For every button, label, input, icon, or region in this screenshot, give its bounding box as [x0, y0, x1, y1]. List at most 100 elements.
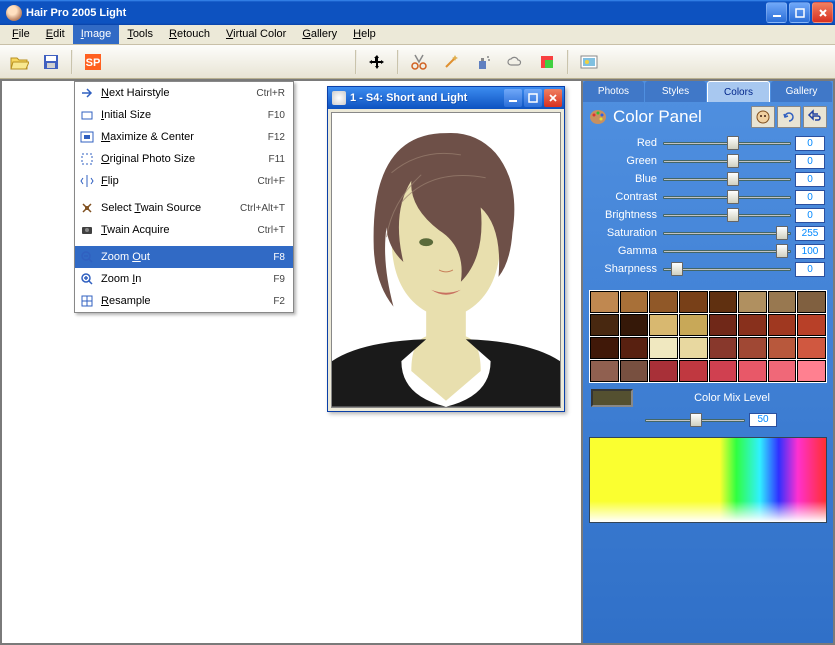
wand-tool[interactable]: [436, 48, 466, 76]
initial-icon: [79, 107, 95, 123]
tab-photos[interactable]: Photos: [583, 81, 644, 102]
menu-retouch[interactable]: Retouch: [161, 25, 218, 44]
minimize-button[interactable]: [766, 2, 787, 23]
color-swatch[interactable]: [679, 314, 708, 336]
color-swatch[interactable]: [738, 337, 767, 359]
color-swatch[interactable]: [797, 337, 826, 359]
color-swatch[interactable]: [590, 360, 619, 382]
maximize-button[interactable]: [789, 2, 810, 23]
canvas-area[interactable]: Next HairstyleCtrl+RInitial SizeF10Maxim…: [2, 81, 581, 643]
refresh-button[interactable]: [777, 106, 801, 128]
menu-item-zoom-in[interactable]: Zoom InF9: [75, 268, 293, 290]
menu-help[interactable]: Help: [345, 25, 384, 44]
close-button[interactable]: [812, 2, 833, 23]
color-swatch[interactable]: [709, 360, 738, 382]
twainsrc-icon: [79, 200, 95, 216]
menu-image[interactable]: Image: [73, 25, 120, 44]
color-swatch[interactable]: [679, 337, 708, 359]
color-mix-row: Color Mix Level: [583, 383, 833, 413]
cloud-tool[interactable]: [500, 48, 530, 76]
menu-virtual-color[interactable]: Virtual Color: [218, 25, 294, 44]
next-icon: [79, 85, 95, 101]
menu-item-original-photo-size[interactable]: Original Photo SizeF11: [75, 148, 293, 170]
color-swatch[interactable]: [709, 314, 738, 336]
spray-tool[interactable]: [468, 48, 498, 76]
child-close-button[interactable]: [544, 89, 562, 107]
child-maximize-button[interactable]: [524, 89, 542, 107]
save-button[interactable]: [36, 48, 66, 76]
photo-canvas[interactable]: [331, 112, 561, 408]
color-swatch[interactable]: [649, 291, 678, 313]
color-swatch[interactable]: [797, 291, 826, 313]
tab-gallery[interactable]: Gallery: [771, 81, 832, 102]
menu-edit[interactable]: Edit: [38, 25, 73, 44]
color-swatch[interactable]: [590, 314, 619, 336]
photo-tool[interactable]: [574, 48, 604, 76]
panel-tabs: PhotosStylesColorsGallery: [583, 81, 833, 102]
color-swatch[interactable]: [620, 337, 649, 359]
child-window[interactable]: 1 - S4: Short and Light: [327, 86, 565, 412]
color-swatch[interactable]: [649, 337, 678, 359]
child-title: 1 - S4: Short and Light: [350, 92, 502, 104]
color-swatch[interactable]: [679, 291, 708, 313]
mix-slider[interactable]: [645, 419, 745, 422]
slider-brightness-track[interactable]: [663, 208, 791, 222]
child-titlebar[interactable]: 1 - S4: Short and Light: [328, 87, 564, 109]
menu-item-next-hairstyle[interactable]: Next HairstyleCtrl+R: [75, 82, 293, 104]
slider-green-track[interactable]: [663, 154, 791, 168]
menu-gallery[interactable]: Gallery: [294, 25, 345, 44]
slider-blue-track[interactable]: [663, 172, 791, 186]
open-button[interactable]: [4, 48, 34, 76]
move-tool[interactable]: [362, 48, 392, 76]
color-swatch[interactable]: [590, 337, 619, 359]
resample-icon: [79, 293, 95, 309]
main-toolbar: SP: [0, 45, 835, 79]
color-swatch[interactable]: [709, 337, 738, 359]
slider-gamma-track[interactable]: [663, 244, 791, 258]
menu-item-twain-acquire[interactable]: Twain AcquireCtrl+T: [75, 219, 293, 241]
gradient-picker[interactable]: [589, 437, 827, 523]
tab-colors[interactable]: Colors: [707, 81, 770, 102]
menu-item-select-twain-source[interactable]: Select Twain SourceCtrl+Alt+T: [75, 197, 293, 219]
color-swatch[interactable]: [620, 314, 649, 336]
menu-tools[interactable]: Tools: [119, 25, 161, 44]
color-swatch[interactable]: [590, 291, 619, 313]
slider-saturation-track[interactable]: [663, 226, 791, 240]
mix-swatch[interactable]: [591, 389, 633, 407]
cut-tool[interactable]: [404, 48, 434, 76]
color-swatch[interactable]: [709, 291, 738, 313]
child-minimize-button[interactable]: [504, 89, 522, 107]
slider-sharpness-track[interactable]: [663, 262, 791, 276]
color-swatch[interactable]: [797, 314, 826, 336]
color-swatch[interactable]: [768, 337, 797, 359]
menubar: FileEditImageToolsRetouchVirtual ColorGa…: [0, 25, 835, 45]
menu-item-maximize-center[interactable]: Maximize & CenterF12: [75, 126, 293, 148]
menu-file[interactable]: File: [4, 25, 38, 44]
slider-sharpness: Sharpness0: [583, 260, 825, 278]
slider-red-track[interactable]: [663, 136, 791, 150]
color-swatch[interactable]: [738, 360, 767, 382]
color-swatch[interactable]: [620, 360, 649, 382]
color-swatch[interactable]: [768, 314, 797, 336]
color-swatch[interactable]: [620, 291, 649, 313]
tab-styles[interactable]: Styles: [645, 81, 706, 102]
color-swatch[interactable]: [738, 291, 767, 313]
model-preview: [332, 113, 560, 407]
color-swatch[interactable]: [738, 314, 767, 336]
color-tool[interactable]: [532, 48, 562, 76]
menu-item-resample[interactable]: ResampleF2: [75, 290, 293, 312]
slider-contrast-track[interactable]: [663, 190, 791, 204]
color-swatch[interactable]: [679, 360, 708, 382]
color-swatch[interactable]: [649, 360, 678, 382]
menu-item-zoom-out[interactable]: Zoom OutF8: [75, 246, 293, 268]
color-swatch[interactable]: [797, 360, 826, 382]
menu-item-flip[interactable]: FlipCtrl+F: [75, 170, 293, 192]
menu-item-initial-size[interactable]: Initial SizeF10: [75, 104, 293, 126]
undo-button[interactable]: [803, 106, 827, 128]
color-swatch[interactable]: [649, 314, 678, 336]
face-tool-button[interactable]: [751, 106, 775, 128]
app-logo-button[interactable]: SP: [78, 48, 108, 76]
color-swatch[interactable]: [768, 360, 797, 382]
flip-icon: [79, 173, 95, 189]
color-swatch[interactable]: [768, 291, 797, 313]
